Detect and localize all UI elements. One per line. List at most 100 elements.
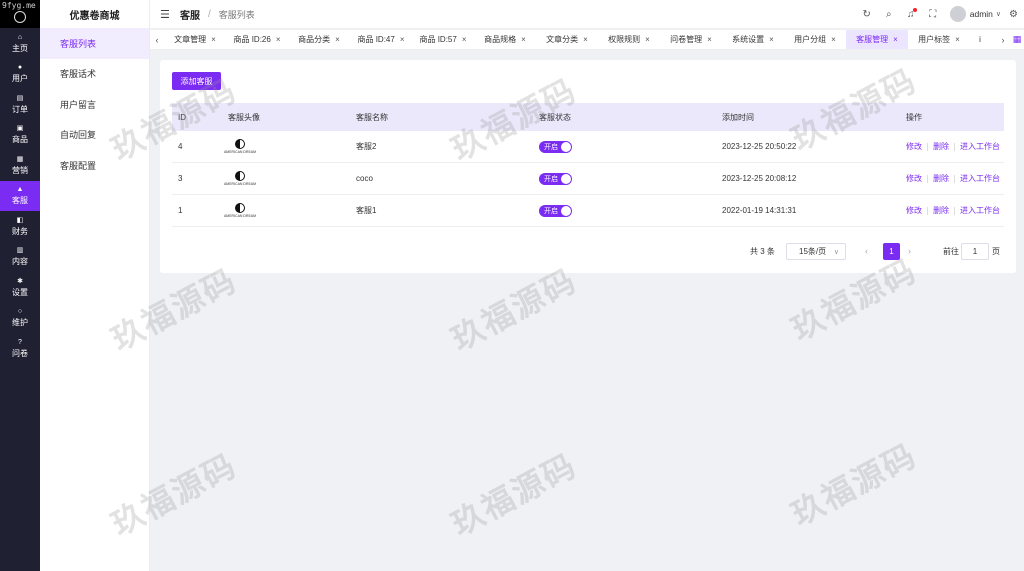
cell-added-time: 2023-12-25 20:08:12 (722, 174, 797, 183)
gear-icon[interactable]: ⚙ (1009, 9, 1018, 20)
close-icon[interactable]: × (583, 35, 588, 44)
column-header: 客服头像 (228, 112, 260, 122)
tab-label: 商品规格 (484, 35, 517, 44)
tab-2[interactable]: 商品分类 × (288, 30, 350, 49)
close-icon[interactable]: × (276, 35, 281, 44)
tab-5[interactable]: 商品规格 × (474, 30, 536, 49)
tab-label: 客服管理 (856, 35, 889, 44)
close-icon[interactable]: × (645, 35, 650, 44)
tab-menu-grid-icon[interactable]: ▦ (1010, 34, 1024, 45)
tab-7[interactable]: 权限规则 × (598, 30, 660, 49)
user-avatar[interactable] (949, 6, 966, 22)
workbench-link[interactable]: 进入工作台 (960, 205, 1000, 216)
close-icon[interactable]: × (893, 35, 898, 44)
edit-link[interactable]: 修改 (906, 173, 922, 184)
action-divider (927, 142, 928, 151)
rail-item-0[interactable]: ⌂ 主页 (0, 28, 40, 59)
close-icon[interactable]: × (769, 35, 774, 44)
submenu-item-1[interactable]: 客服话术 (40, 59, 149, 90)
rail-item-label: 维护 (12, 318, 28, 328)
submenu-item-2[interactable]: 用户留言 (40, 89, 149, 120)
delete-link[interactable]: 删除 (933, 141, 949, 152)
edit-link[interactable]: 修改 (906, 141, 922, 152)
username[interactable]: admin (970, 9, 993, 19)
workbench-link[interactable]: 进入工作台 (960, 173, 1000, 184)
page-number-current[interactable]: 1 (883, 243, 900, 260)
goto-page-input[interactable] (961, 243, 989, 260)
cell-avatar: AMERICAN DREAM (224, 171, 356, 186)
tab-scroll-right-icon[interactable]: › (996, 35, 1010, 45)
rail-item-10[interactable]: ? 问卷 (0, 333, 40, 364)
tab-11[interactable]: 客服管理 × (846, 30, 908, 49)
tab-9[interactable]: 系统设置 × (722, 30, 784, 49)
action-divider (954, 206, 955, 215)
goto-label: 前往 (943, 247, 959, 256)
close-icon[interactable]: × (462, 35, 467, 44)
tab-scroll-left-icon[interactable]: ‹ (150, 35, 164, 45)
tab-4[interactable]: 商品 ID:57 × (412, 30, 474, 49)
close-icon[interactable]: × (400, 35, 405, 44)
tab-12[interactable]: 用户标签 × (908, 30, 970, 49)
toggle-knob (561, 141, 571, 152)
rail-item-6[interactable]: ◧ 财务 (0, 211, 40, 242)
rail-item-8[interactable]: ✱ 设置 (0, 272, 40, 303)
tab-label: 商品分类 (298, 35, 331, 44)
chevron-down-icon[interactable]: ∨ (996, 10, 1001, 18)
tab-label: 问卷管理 (670, 35, 703, 44)
rail-item-label: 营销 (12, 165, 28, 175)
close-icon[interactable]: × (831, 35, 836, 44)
search-icon[interactable]: ⌕ (878, 9, 900, 20)
delete-link[interactable]: 删除 (933, 205, 949, 216)
notification-dot (912, 7, 917, 12)
tab-bar: ‹ 文章管理 × 商品 ID:26 × 商品分类 × 商品 ID:47 × 商品 ID:57 × 商… (150, 30, 1024, 50)
close-icon[interactable]: × (707, 35, 712, 44)
rail-item-4[interactable]: ▦ 营销 (0, 150, 40, 181)
breadcrumb-separator: / (208, 8, 211, 20)
fullscreen-icon[interactable]: ⛶ (922, 9, 944, 20)
tab-6[interactable]: 文章分类 × (536, 30, 598, 49)
workbench-link[interactable]: 进入工作台 (960, 141, 1000, 152)
close-icon[interactable]: × (335, 35, 340, 44)
tab-3[interactable]: 商品 ID:47 × (350, 30, 412, 49)
rail-item-2[interactable]: ▤ 订单 (0, 89, 40, 120)
edit-link[interactable]: 修改 (906, 205, 922, 216)
rail-item-5[interactable]: ▲ 客服 (0, 180, 40, 211)
table-row: 4 AMERICAN DREAM 客服2 开启 2023-12-25 20:50:22 修… (172, 131, 1004, 163)
app-logo[interactable]: 9fyg.me (0, 0, 40, 28)
breadcrumb-section[interactable]: 客服 (180, 7, 200, 22)
next-page-icon[interactable]: › (908, 246, 911, 256)
page-size-select[interactable]: 15条/页 ∨ (786, 243, 846, 260)
close-icon[interactable]: × (521, 35, 526, 44)
table-header: ID 客服头像 客服名称 客服状态 添加时间 操作 (172, 103, 1004, 131)
refresh-icon[interactable]: ↻ (856, 9, 878, 20)
order-icon: ▤ (16, 94, 24, 102)
submenu-item-0[interactable]: 客服列表 (40, 28, 149, 59)
close-icon[interactable]: × (955, 35, 960, 44)
close-icon[interactable]: × (211, 35, 216, 44)
survey-icon: ? (18, 338, 22, 346)
status-toggle[interactable]: 开启 (539, 172, 572, 185)
notification-bell-icon[interactable]: ♫ (900, 7, 922, 20)
rail-item-7[interactable]: ▥ 内容 (0, 242, 40, 273)
submenu-item-3[interactable]: 自动回复 (40, 120, 149, 151)
menu-toggle-icon[interactable]: ☰ (160, 8, 174, 21)
service-avatar: AMERICAN DREAM (224, 203, 256, 218)
status-toggle[interactable]: 开启 (539, 204, 572, 217)
rail-item-9[interactable]: ○ 维护 (0, 303, 40, 334)
add-service-button[interactable]: 添加客服 (172, 72, 221, 90)
rail-item-label: 财务 (12, 226, 28, 236)
tab-0[interactable]: 文章管理 × (164, 30, 226, 49)
rail-item-1[interactable]: ● 用户 (0, 59, 40, 90)
delete-link[interactable]: 删除 (933, 173, 949, 184)
status-toggle[interactable]: 开启 (539, 140, 572, 153)
submenu-item-4[interactable]: 客服配置 (40, 150, 149, 181)
tab-1[interactable]: 商品 ID:26 × (226, 30, 288, 49)
service-avatar: AMERICAN DREAM (224, 171, 256, 186)
cell-status: 开启 (539, 204, 722, 217)
prev-page-icon[interactable]: ‹ (865, 246, 868, 256)
tab-10[interactable]: 用户分组 × (784, 30, 846, 49)
rail-item-3[interactable]: ▣ 商品 (0, 120, 40, 151)
pagination-total: 共 3 条 (750, 247, 775, 256)
tab-8[interactable]: 问卷管理 × (660, 30, 722, 49)
tab-partial[interactable]: i (970, 30, 990, 49)
